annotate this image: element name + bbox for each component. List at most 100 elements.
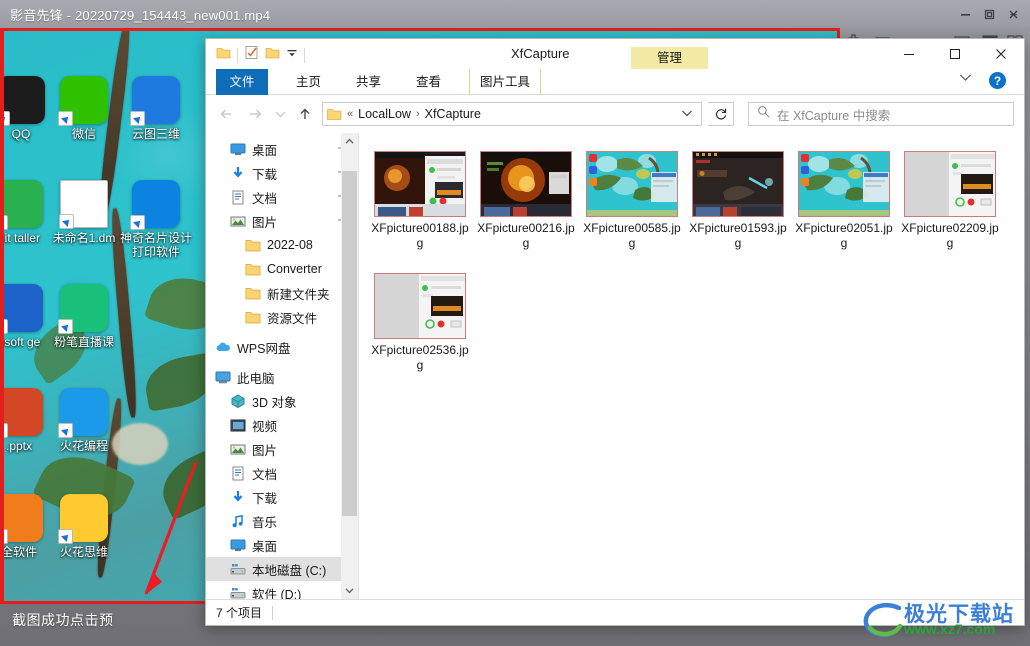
desktop-icon-label: 微信 [71, 127, 96, 141]
nav-item-2022-08[interactable]: 2022-08 [206, 233, 358, 257]
nav-item-桌面[interactable]: 桌面 [206, 533, 358, 557]
desktop-icon-glyph [0, 494, 43, 544]
address-bar[interactable]: « LocalLow › XfCapture [322, 102, 702, 126]
player-maximize-button[interactable] [978, 4, 1000, 24]
file-name-label: XFpicture00188.jpg [371, 221, 469, 250]
desktop-icon-glyph [58, 284, 108, 334]
player-window-controls [954, 4, 1024, 24]
folder-icon[interactable] [216, 46, 231, 65]
desktop-icon[interactable]: 云图三维 [117, 76, 195, 141]
search-input[interactable]: 在 XfCapture 中搜索 [777, 105, 890, 124]
desktop-icon[interactable]: 未命名1.dm [45, 180, 123, 245]
breadcrumb-item-locallow[interactable]: LocalLow [358, 107, 411, 121]
qat-divider [237, 47, 238, 63]
folder-icon [244, 237, 261, 254]
customize-qat-dropdown-icon[interactable] [286, 46, 298, 64]
player-minimize-button[interactable] [954, 4, 976, 24]
status-item-count: 7 个项目 [216, 606, 263, 620]
breadcrumb-item-xfcapture[interactable]: XfCapture [425, 107, 481, 121]
nav-item-label: 软件 (D:) [252, 587, 302, 600]
file-tile[interactable]: XFpicture01593.jpg [685, 151, 791, 251]
file-tile[interactable]: XFpicture02536.jpg [367, 273, 473, 373]
chevron-down-icon[interactable] [959, 73, 972, 85]
desktop-icon[interactable]: 粉笔直播课 [45, 284, 123, 349]
pictures-icon [229, 213, 246, 230]
help-icon[interactable]: ? [989, 72, 1006, 89]
desktop-icon-glyph [0, 284, 43, 334]
nav-item-下载[interactable]: 下载 [206, 161, 358, 185]
nav-item-Converter[interactable]: Converter [206, 257, 358, 281]
shortcut-arrow-icon [58, 111, 73, 126]
breadcrumb-overflow[interactable]: « [347, 108, 353, 120]
recent-locations-button[interactable] [272, 102, 288, 126]
back-button[interactable] [216, 102, 238, 126]
tab-home[interactable]: 主页 [286, 69, 331, 95]
tab-picture-tools[interactable]: 图片工具 [469, 69, 542, 95]
nav-item-label: 下载 [252, 491, 278, 506]
player-close-button[interactable] [1002, 4, 1024, 24]
nav-item-label: 文档 [252, 191, 278, 206]
nav-item-WPS网盘[interactable]: WPS网盘 [206, 335, 358, 359]
tab-share[interactable]: 共享 [346, 69, 391, 95]
desktop-icon-glyph [130, 180, 180, 230]
file-list-content[interactable]: XFpicture00188.jpg XFpicture00216.jpg XF… [358, 133, 1024, 599]
player-titlebar[interactable]: 影音先锋 - 20220729_154443_new001.mp4 [0, 0, 1030, 28]
folder-icon [244, 285, 261, 302]
file-name-label: XFpicture00216.jpg [477, 221, 575, 250]
scrollbar-thumb[interactable] [342, 171, 357, 516]
disk-icon [229, 561, 246, 578]
file-thumbnail [374, 151, 466, 217]
desktop-icon[interactable]: 神奇名片设计打印软件 [117, 180, 195, 259]
scroll-down-arrow-icon[interactable] [341, 582, 358, 599]
file-thumbnail [586, 151, 678, 217]
nav-item-文档[interactable]: 文档 [206, 185, 358, 209]
document-icon [229, 465, 246, 482]
desktop-icon-label: 粉笔直播课 [53, 335, 114, 349]
pictures-icon [229, 441, 246, 458]
explorer-window-title: XfCapture [511, 46, 570, 61]
desktop-icon-label: 云图三维 [131, 127, 180, 141]
nav-item-资源文件[interactable]: 资源文件 [206, 305, 358, 329]
nav-item-本地磁盘-(C:)[interactable]: 本地磁盘 (C:) [206, 557, 358, 581]
nav-item-图片[interactable]: 图片 [206, 437, 358, 461]
scroll-up-arrow-icon[interactable] [341, 133, 358, 150]
explorer-maximize-button[interactable] [932, 39, 978, 69]
explorer-close-button[interactable] [978, 39, 1024, 69]
explorer-titlebar[interactable]: XfCapture [206, 39, 1024, 69]
desktop-icon[interactable]: 微信 [45, 76, 123, 141]
nav-item-视频[interactable]: 视频 [206, 413, 358, 437]
tab-file[interactable]: 文件 [216, 69, 268, 95]
tab-view[interactable]: 查看 [406, 69, 451, 95]
breadcrumb-separator-1[interactable]: › [416, 108, 420, 120]
file-tile[interactable]: XFpicture02051.jpg [791, 151, 897, 251]
address-dropdown-icon[interactable] [681, 109, 697, 120]
search-box[interactable]: 在 XfCapture 中搜索 [748, 102, 1014, 126]
file-tile[interactable]: XFpicture00188.jpg [367, 151, 473, 251]
up-button[interactable] [294, 102, 316, 126]
forward-button[interactable] [244, 102, 266, 126]
shortcut-arrow-icon [58, 423, 73, 438]
navigation-tree: 桌面 下载 文档 图片 2022-08 Converter 新建文件夹 资源文件 WPS网盘 此电… [206, 133, 358, 599]
nav-item-软件-(D:)[interactable]: 软件 (D:) [206, 581, 358, 599]
explorer-minimize-button[interactable] [886, 39, 932, 69]
new-folder-icon[interactable] [265, 46, 280, 65]
desktop-icon[interactable]: 火花思维 [45, 494, 123, 559]
nav-item-桌面[interactable]: 桌面 [206, 137, 358, 161]
file-tile[interactable]: XFpicture00216.jpg [473, 151, 579, 251]
nav-item-文档[interactable]: 文档 [206, 461, 358, 485]
search-icon [757, 105, 770, 123]
desktop-icon-glyph [58, 388, 108, 438]
file-tile[interactable]: XFpicture02209.jpg [897, 151, 1003, 251]
desktop-icon[interactable]: 火花编程 [45, 388, 123, 453]
refresh-button[interactable] [708, 102, 734, 126]
properties-icon[interactable] [244, 45, 259, 65]
nav-item-下载[interactable]: 下载 [206, 485, 358, 509]
nav-item-3D-对象[interactable]: 3D 对象 [206, 389, 358, 413]
desktop-icon [229, 141, 246, 158]
nav-item-音乐[interactable]: 音乐 [206, 509, 358, 533]
navigation-scrollbar[interactable] [341, 133, 358, 599]
nav-item-此电脑[interactable]: 此电脑 [206, 365, 358, 389]
nav-item-图片[interactable]: 图片 [206, 209, 358, 233]
file-tile[interactable]: XFpicture00585.jpg [579, 151, 685, 251]
nav-item-新建文件夹[interactable]: 新建文件夹 [206, 281, 358, 305]
